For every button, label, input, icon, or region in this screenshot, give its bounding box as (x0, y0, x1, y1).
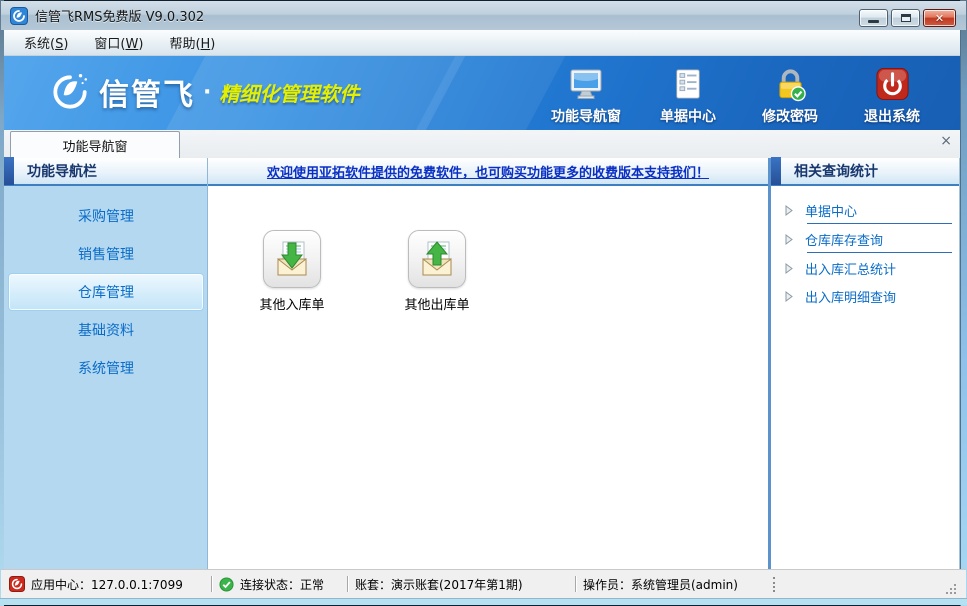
app-center-logo-icon (9, 576, 25, 592)
brand-block: 信管飞 · 精细化管理软件 (49, 70, 359, 114)
toolbar-change-password-button[interactable]: 修改密码 (752, 64, 828, 126)
resize-grip[interactable] (944, 582, 958, 596)
status-divider (211, 576, 213, 592)
toolbar-exit-button[interactable]: 退出系统 (854, 64, 930, 126)
main-header: 欢迎使用亚拓软件提供的免费软件，也可购买功能更多的收费版本支持我们！ (208, 158, 768, 186)
close-button[interactable]: ✕ (923, 9, 956, 27)
status-connection: 连接状态：正常 (219, 576, 341, 593)
status-divider (347, 576, 349, 592)
lock-check-icon (773, 64, 808, 102)
window-frame-bottom (0, 598, 967, 605)
menubar: 系统(S) 窗口(W) 帮助(H) (4, 30, 960, 56)
close-icon: ✕ (935, 13, 944, 24)
envelope-arrow-down-icon (263, 230, 321, 288)
query-link-inout-detail[interactable]: 出入库明细查询 (771, 282, 960, 311)
triangle-bullet-icon (785, 234, 793, 245)
tab-nav-window[interactable]: 功能导航窗 (10, 131, 180, 158)
sidebar-item-warehouse[interactable]: 仓库管理 (8, 273, 204, 311)
content-area: 功能导航栏 采购管理 销售管理 仓库管理 基础资料 系统管理 欢迎使用亚拓软件提… (4, 158, 960, 569)
nav-sidebar: 功能导航栏 采购管理 销售管理 仓库管理 基础资料 系统管理 (4, 158, 208, 569)
statusbar: 应用中心：127.0.0.1:7099 连接状态：正常 账套：演示账套(2017… (1, 569, 966, 598)
query-panel-title: 相关查询统计 (794, 161, 878, 181)
status-app-center: 应用中心：127.0.0.1:7099 (9, 576, 205, 593)
header-accent-bar (771, 157, 781, 185)
shortcut-other-inbound[interactable]: 其他入库单 (252, 230, 332, 313)
triangle-bullet-icon (785, 263, 793, 274)
toolbar-document-center-button[interactable]: 单据中心 (650, 64, 726, 126)
query-panel-header: 相关查询统计 (771, 158, 959, 186)
main-area: 欢迎使用亚拓软件提供的免费软件，也可购买功能更多的收费版本支持我们！ 其他入库单 (208, 158, 768, 569)
sidebar-item-sales[interactable]: 销售管理 (8, 235, 204, 273)
envelope-arrow-up-icon (408, 230, 466, 288)
brand-name: 信管飞 (99, 70, 195, 114)
query-link-warehouse-stock[interactable]: 仓库库存查询 (771, 225, 960, 254)
maximize-icon (901, 14, 911, 22)
nav-sidebar-header: 功能导航栏 (4, 158, 207, 186)
query-link-document-center[interactable]: 单据中心 (771, 196, 960, 225)
brand-header: 信管飞 · 精细化管理软件 功能导航窗 (4, 56, 960, 130)
app-window: 信管飞RMS免费版 V9.0.302 ✕ 系统(S) 窗口(W) 帮助(H) 信… (0, 0, 967, 606)
shortcut-label: 其他入库单 (259, 294, 324, 313)
sidebar-item-system[interactable]: 系统管理 (8, 349, 204, 387)
window-controls: ✕ (859, 9, 956, 27)
tabstrip: 功能导航窗 × (4, 130, 960, 158)
monitor-icon (568, 64, 604, 102)
brand-separator: · (203, 80, 211, 105)
minimize-button[interactable] (859, 9, 888, 27)
tab-close-icon[interactable]: × (940, 134, 952, 148)
shortcut-label: 其他出库单 (404, 294, 469, 313)
brand-swirl-icon (49, 71, 91, 113)
triangle-bullet-icon (785, 205, 793, 216)
status-account: 账套：演示账套(2017年第1期) (355, 576, 569, 593)
nav-sidebar-title: 功能导航栏 (27, 161, 97, 181)
shortcut-other-outbound[interactable]: 其他出库单 (397, 230, 477, 313)
maximize-button[interactable] (891, 9, 920, 27)
window-title: 信管飞RMS免费版 V9.0.302 (35, 6, 204, 25)
header-accent-bar (4, 157, 14, 185)
brand-slogan: 精细化管理软件 (219, 78, 359, 107)
triangle-bullet-icon (785, 291, 793, 302)
menu-system[interactable]: 系统(S) (12, 30, 80, 55)
query-panel: 相关查询统计 单据中心 仓库库存查询 出入库汇总统计 出入库明细查询 (771, 158, 960, 569)
status-drag-handle[interactable] (773, 577, 775, 592)
window-frame-right (960, 0, 967, 606)
document-list-icon (671, 64, 705, 102)
connection-ok-icon (219, 577, 234, 592)
status-divider (575, 576, 577, 592)
query-link-inout-summary[interactable]: 出入库汇总统计 (771, 254, 960, 283)
sidebar-item-basic-data[interactable]: 基础资料 (8, 311, 204, 349)
minimize-icon (868, 20, 879, 23)
app-logo-icon (10, 7, 28, 25)
menu-help[interactable]: 帮助(H) (157, 30, 227, 55)
menu-window[interactable]: 窗口(W) (82, 30, 155, 55)
sidebar-item-purchase[interactable]: 采购管理 (8, 197, 204, 235)
toolbar-nav-window-button[interactable]: 功能导航窗 (548, 64, 624, 126)
welcome-link[interactable]: 欢迎使用亚拓软件提供的免费软件，也可购买功能更多的收费版本支持我们！ (267, 162, 709, 181)
power-icon (875, 64, 910, 102)
header-toolbar: 功能导航窗 单据中心 (548, 64, 930, 126)
titlebar[interactable]: 信管飞RMS免费版 V9.0.302 ✕ (1, 1, 966, 30)
status-operator: 操作员：系统管理员(admin) (583, 576, 763, 593)
